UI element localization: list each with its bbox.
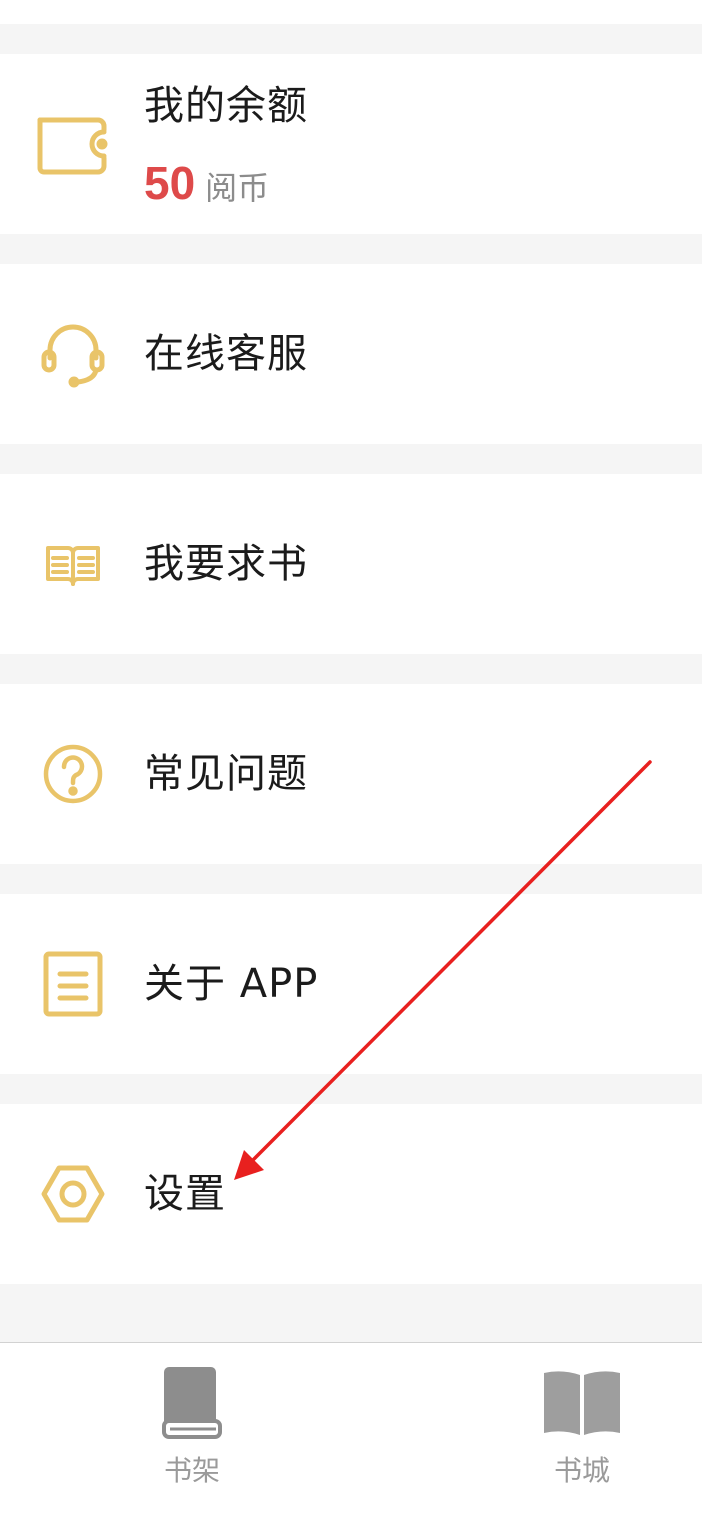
tab-bookstore[interactable]: 书城 xyxy=(502,1343,662,1520)
menu-item-label: 常见问题 xyxy=(144,751,308,797)
menu-item-label: 在线客服 xyxy=(144,331,308,377)
menu-item-request-book[interactable]: 我要求书 xyxy=(0,474,702,654)
top-strip xyxy=(0,0,702,24)
headset-icon xyxy=(36,320,110,388)
tab-label: 书架 xyxy=(163,1454,220,1487)
menu-item-label: 关于 APP xyxy=(144,961,319,1007)
question-circle-icon xyxy=(36,740,110,808)
balance-row[interactable]: 我的余额 50 阅币 xyxy=(0,54,702,234)
menu-item-about-app[interactable]: 关于 APP xyxy=(0,894,702,1074)
bookstore-icon xyxy=(542,1363,622,1443)
menu-item-faq[interactable]: 常见问题 xyxy=(0,684,702,864)
bottom-tab-bar: 书架 书城 xyxy=(0,1342,702,1520)
document-icon xyxy=(36,950,110,1018)
tab-bookshelf[interactable]: 书架 xyxy=(112,1343,272,1520)
balance-amount-line: 50 阅币 xyxy=(144,156,269,212)
tab-label: 书城 xyxy=(553,1454,610,1487)
bookshelf-icon xyxy=(152,1363,232,1443)
menu-item-settings[interactable]: 设置 xyxy=(0,1104,702,1284)
wallet-icon xyxy=(36,110,110,178)
balance-title: 我的余额 xyxy=(144,83,308,129)
menu-item-online-service[interactable]: 在线客服 xyxy=(0,264,702,444)
menu-item-label: 设置 xyxy=(144,1171,226,1217)
gear-icon xyxy=(36,1160,110,1228)
menu-item-label: 我要求书 xyxy=(144,541,308,587)
balance-amount: 50 xyxy=(144,157,196,209)
open-book-icon xyxy=(36,530,110,598)
balance-unit: 阅币 xyxy=(205,169,270,207)
